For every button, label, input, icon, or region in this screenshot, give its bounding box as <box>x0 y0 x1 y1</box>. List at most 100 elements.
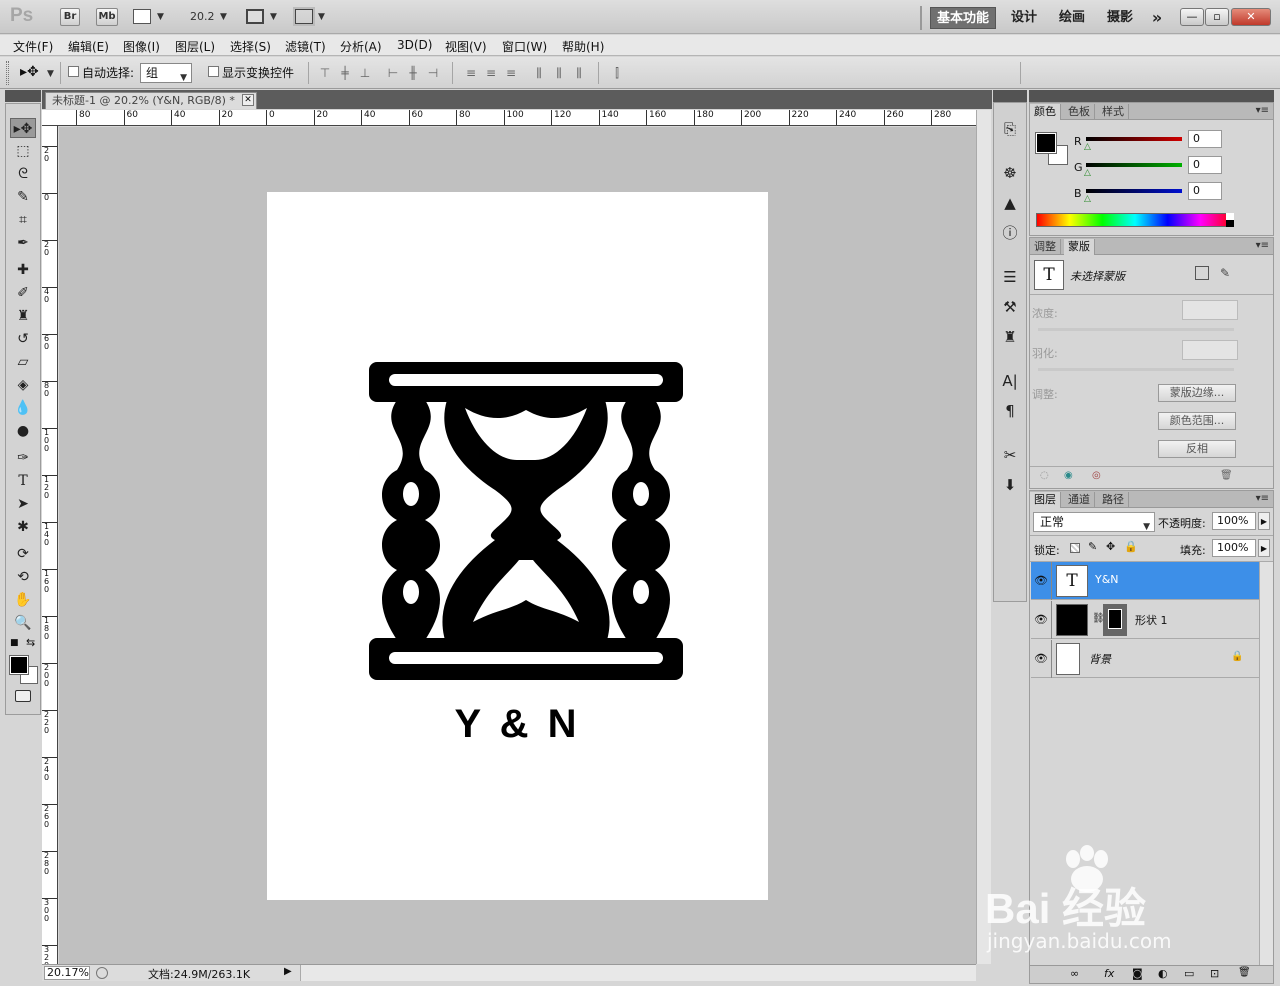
minimize-button[interactable]: — <box>1180 8 1204 26</box>
menu-select[interactable]: 选择(S) <box>230 38 271 55</box>
mask-edge-button[interactable]: 蒙版边缘... <box>1158 384 1236 402</box>
opacity-input[interactable]: 100% <box>1212 512 1256 530</box>
color-range-button[interactable]: 颜色范围... <box>1158 412 1236 430</box>
history-brush-tool-icon[interactable]: ↺ <box>10 329 36 349</box>
eyedropper-tool-icon[interactable]: ✒ <box>10 233 36 253</box>
zoom-tool-icon[interactable]: 🔍 <box>10 613 36 633</box>
histogram-icon[interactable]: ▲ <box>999 193 1021 213</box>
paragraph-icon[interactable]: ¶ <box>999 401 1021 421</box>
vertical-ruler[interactable]: 2002040608010012014016018020022024026028… <box>42 126 58 964</box>
clone-stamp-tool-icon[interactable]: ♜ <box>10 306 36 326</box>
channel-g-value[interactable]: 0 <box>1188 156 1222 174</box>
new-group-icon[interactable]: ▭ <box>1184 967 1194 980</box>
auto-select-checkbox[interactable] <box>68 66 79 80</box>
shape-tool-icon[interactable]: ✱ <box>10 517 36 537</box>
fx-icon[interactable]: fx <box>1104 967 1114 980</box>
menu-layer[interactable]: 图层(L) <box>175 38 215 55</box>
distribute-vcenter-icon[interactable]: ≡ <box>484 66 498 80</box>
paint-bucket-tool-icon[interactable]: ◈ <box>10 375 36 395</box>
distribute-bottom-icon[interactable]: ≡ <box>504 66 518 80</box>
show-transform-checkbox[interactable] <box>208 66 219 80</box>
dock-collapse-bar[interactable] <box>993 90 1027 102</box>
close-button[interactable]: ✕ <box>1231 8 1271 26</box>
align-right-icon[interactable]: ⊣ <box>426 66 440 80</box>
channel-b-slider[interactable] <box>1086 189 1182 193</box>
type-tool-icon[interactable]: T <box>10 471 36 491</box>
menu-analysis[interactable]: 分析(A) <box>340 38 382 55</box>
distribute-left-icon[interactable]: ⫼ <box>532 66 546 80</box>
tab-layers[interactable]: 图层 <box>1030 492 1061 508</box>
distribute-right-icon[interactable]: ⫼ <box>572 66 586 80</box>
arrange-documents-icon[interactable] <box>246 9 264 24</box>
brushes-icon[interactable]: ☰ <box>999 267 1021 287</box>
vector-mask-thumb[interactable] <box>1103 604 1127 636</box>
black-swatch[interactable] <box>1226 220 1234 227</box>
white-swatch[interactable] <box>1226 213 1234 220</box>
3d-orbit-tool-icon[interactable]: ⟲ <box>10 567 36 587</box>
visibility-eye-icon[interactable]: 👁 <box>1033 652 1049 666</box>
visibility-eye-icon[interactable]: 👁 <box>1033 613 1049 627</box>
align-vcenter-icon[interactable]: ╪ <box>338 66 352 80</box>
panel-menu-icon[interactable]: ▾≡ <box>1256 493 1269 504</box>
menu-filter[interactable]: 滤镜(T) <box>285 38 326 55</box>
layer-name[interactable]: Y&N <box>1095 573 1119 586</box>
navigator-icon[interactable]: ☸ <box>999 163 1021 183</box>
zoom-input[interactable]: 20.17% <box>44 966 90 980</box>
tool-presets-icon[interactable]: ⚒ <box>999 297 1021 317</box>
density-input[interactable] <box>1182 300 1238 320</box>
fill-input[interactable]: 100% <box>1212 539 1256 557</box>
layer-name[interactable]: 背景 <box>1089 651 1111 667</box>
preset-dropdown-icon[interactable]: ▼ <box>47 69 54 79</box>
tab-masks[interactable]: 蒙版 <box>1064 239 1095 255</box>
workspace-painting[interactable]: 绘画 <box>1050 7 1094 29</box>
pixel-mask-icon[interactable] <box>1195 266 1209 280</box>
layer-row-shape[interactable]: 👁 ⛓ 形状 1 <box>1031 601 1259 639</box>
workspace-essentials[interactable]: 基本功能 <box>930 7 996 29</box>
align-left-icon[interactable]: ⊢ <box>386 66 400 80</box>
layer-row-background[interactable]: 👁 背景 🔒 <box>1031 640 1259 678</box>
bridge-button[interactable]: Br <box>60 8 80 26</box>
disable-mask-icon[interactable]: ◎ <box>1092 470 1101 481</box>
clone-source-icon[interactable]: ♜ <box>999 327 1021 347</box>
move-tool-preset-icon[interactable]: ▸✥ <box>20 64 39 80</box>
menu-file[interactable]: 文件(F) <box>13 38 53 55</box>
foreground-color-swatch[interactable] <box>9 655 29 675</box>
delete-layer-icon[interactable]: 🗑 <box>1238 967 1251 978</box>
dodge-tool-icon[interactable]: ● <box>10 421 36 441</box>
feather-input[interactable] <box>1182 340 1238 360</box>
distribute-hcenter-icon[interactable]: ⫼ <box>552 66 566 80</box>
apply-mask-icon[interactable]: ◉ <box>1064 470 1073 481</box>
color-spectrum-bar[interactable] <box>1036 213 1234 227</box>
menu-edit[interactable]: 编辑(E) <box>68 38 109 55</box>
screen-mode-dropdown-icon[interactable]: ▼ <box>318 12 325 22</box>
history-icon[interactable]: ⎘ <box>999 119 1021 139</box>
mini-bridge-button[interactable]: Mb <box>96 8 118 26</box>
marquee-tool-icon[interactable]: ⬚ <box>10 141 36 161</box>
restore-button[interactable]: ▫ <box>1205 8 1229 26</box>
swap-colors-icon[interactable]: ⇆ <box>26 636 35 649</box>
lasso-tool-icon[interactable]: ᘓ <box>10 164 36 184</box>
menu-help[interactable]: 帮助(H) <box>562 38 604 55</box>
panel-menu-icon[interactable]: ▾≡ <box>1256 105 1269 116</box>
new-layer-icon[interactable]: ⊡ <box>1210 967 1219 980</box>
zoom-dropdown-icon[interactable]: ▼ <box>220 12 227 22</box>
tab-styles[interactable]: 样式 <box>1098 104 1129 120</box>
blur-tool-icon[interactable]: 💧 <box>10 398 36 418</box>
3d-rotate-tool-icon[interactable]: ⟳ <box>10 544 36 564</box>
healing-brush-tool-icon[interactable]: ✚ <box>10 260 36 280</box>
document-tab[interactable]: 未标题-1 @ 20.2% (Y&N, RGB/8) * <box>45 92 257 109</box>
tab-channels[interactable]: 通道 <box>1064 492 1095 508</box>
density-slider[interactable] <box>1038 328 1234 331</box>
layer-name[interactable]: 形状 1 <box>1135 612 1168 628</box>
info-icon[interactable]: ⓘ <box>999 223 1021 243</box>
move-tool-icon[interactable]: ▸✥ <box>10 118 36 138</box>
hand-tool-icon[interactable]: ✋ <box>10 590 36 610</box>
lock-pixels-icon[interactable]: ✎ <box>1088 540 1097 553</box>
more-workspaces-icon[interactable]: » <box>1146 7 1168 29</box>
eraser-tool-icon[interactable]: ▱ <box>10 352 36 372</box>
character-icon[interactable]: A| <box>999 371 1021 391</box>
invert-button[interactable]: 反相 <box>1158 440 1236 458</box>
vertical-scrollbar[interactable] <box>976 110 991 964</box>
actions-icon[interactable]: ✂ <box>999 445 1021 465</box>
align-hcenter-icon[interactable]: ╫ <box>406 66 420 80</box>
